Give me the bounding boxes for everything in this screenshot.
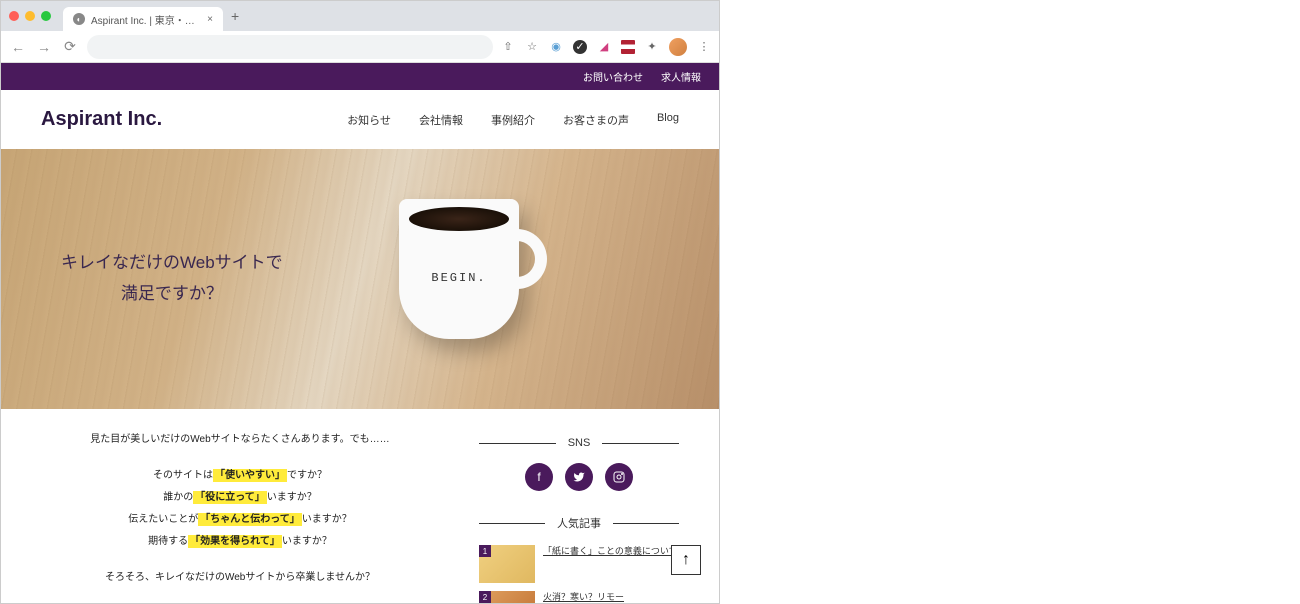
popular-heading: 人気記事 [479,515,679,531]
popular-title: 火消？寒い？リモー [543,591,624,603]
window-close-button[interactable] [9,11,19,21]
intro-lead: 見た目が美しいだけのWebサイトならたくさんあります。でも…… [41,429,439,451]
mug-label: BEGIN. [399,271,519,285]
nav-voice[interactable]: お客さまの声 [563,112,629,128]
site-logo[interactable]: Aspirant Inc. [41,108,162,131]
intro-q4: 期待する「効果を得られて」いますか？ [41,531,439,553]
address-bar[interactable] [87,35,493,59]
browser-tab-strip: ◐ Aspirant Inc. | 東京・渋谷のWeb × + [1,1,719,31]
share-icon[interactable]: ⇧ [501,40,515,54]
hero-section: キレイなだけのWebサイトで 満足ですか？ BEGIN. [1,149,719,409]
bookmark-icon[interactable]: ☆ [525,40,539,54]
popular-thumb: 2 [479,591,535,603]
extensions-menu-icon[interactable]: ✦ [645,40,659,54]
recruit-link[interactable]: 求人情報 [661,69,701,84]
window-maximize-button[interactable] [41,11,51,21]
extension-icon-2[interactable]: ✓ [573,40,587,54]
intro-copy: 見た目が美しいだけのWebサイトならたくさんあります。でも…… そのサイトは「使… [41,429,439,589]
intro-q2: 誰かの「役に立って」いますか？ [41,487,439,509]
toolbar-icons: ⇧ ☆ ◉ ✓ ◢ ✦ ⋮ [501,38,711,56]
intro-q3: 伝えたいことが「ちゃんと伝わって」いますか？ [41,509,439,531]
browser-menu-icon[interactable]: ⋮ [697,40,711,54]
nav-blog[interactable]: Blog [657,112,679,128]
popular-thumb: 1 [479,545,535,583]
window-minimize-button[interactable] [25,11,35,21]
page-viewport: お問い合わせ 求人情報 Aspirant Inc. お知らせ 会社情報 事例紹介… [1,63,719,603]
popular-item[interactable]: 1 「紙に書く」ことの意義について [479,545,679,583]
nav-company[interactable]: 会社情報 [419,112,463,128]
hero-mug-image: BEGIN. [399,199,539,359]
browser-tab[interactable]: ◐ Aspirant Inc. | 東京・渋谷のWeb × [63,7,223,31]
sns-links: f [479,463,679,491]
popular-item[interactable]: 2 火消？寒い？リモー [479,591,679,603]
tab-close-button[interactable]: × [207,14,213,25]
forward-button[interactable]: → [35,39,53,55]
hero-line-2: 満足ですか？ [61,279,283,310]
intro-q1: そのサイトは「使いやすい」ですか？ [41,465,439,487]
rank-badge: 1 [479,545,491,557]
site-header: Aspirant Inc. お知らせ 会社情報 事例紹介 お客さまの声 Blog [1,90,719,149]
extension-icon-4[interactable] [621,40,635,54]
sns-heading: SNS [479,437,679,449]
hero-headline: キレイなだけのWebサイトで 満足ですか？ [61,248,283,309]
sidebar: SNS f 人気記事 1 「紙に書く」ことの意義について [479,429,679,603]
profile-avatar[interactable] [669,38,687,56]
intro-closing: そろそろ、キレイなだけのWebサイトから卒業しませんか？ [41,567,439,589]
contact-link[interactable]: お問い合わせ [583,69,643,84]
popular-list: 1 「紙に書く」ことの意義について 2 火消？寒い？リモー [479,545,679,603]
browser-toolbar: ← → ⟳ ⇧ ☆ ◉ ✓ ◢ ✦ ⋮ [1,31,719,63]
arrow-up-icon: ↑ [682,551,690,569]
instagram-icon[interactable] [605,463,633,491]
extension-icon-3[interactable]: ◢ [597,40,611,54]
rank-badge: 2 [479,591,491,603]
highlight: 「使いやすい」 [213,469,287,482]
main-nav: お知らせ 会社情報 事例紹介 お客さまの声 Blog [347,112,679,128]
back-button[interactable]: ← [9,39,27,55]
tab-favicon: ◐ [73,13,85,25]
highlight: 「役に立って」 [193,491,267,504]
extension-icon[interactable]: ◉ [549,40,563,54]
popular-title: 「紙に書く」ことの意義について [543,545,678,558]
facebook-icon[interactable]: f [525,463,553,491]
twitter-icon[interactable] [565,463,593,491]
reload-button[interactable]: ⟳ [61,38,79,55]
window-controls [9,11,51,21]
main-column: 見た目が美しいだけのWebサイトならたくさんあります。でも…… そのサイトは「使… [41,429,439,603]
tab-title: Aspirant Inc. | 東京・渋谷のWeb [91,12,201,27]
hero-line-1: キレイなだけのWebサイトで [61,248,283,279]
browser-window: ◐ Aspirant Inc. | 東京・渋谷のWeb × + ← → ⟳ ⇧ … [0,0,720,604]
scroll-to-top-button[interactable]: ↑ [671,545,701,575]
highlight: 「効果を得られて」 [188,535,282,548]
highlight: 「ちゃんと伝わって」 [198,513,302,526]
utility-bar: お問い合わせ 求人情報 [1,63,719,90]
nav-cases[interactable]: 事例紹介 [491,112,535,128]
new-tab-button[interactable]: + [231,8,239,24]
nav-news[interactable]: お知らせ [347,112,391,128]
content-area: 見た目が美しいだけのWebサイトならたくさんあります。でも…… そのサイトは「使… [1,409,719,603]
